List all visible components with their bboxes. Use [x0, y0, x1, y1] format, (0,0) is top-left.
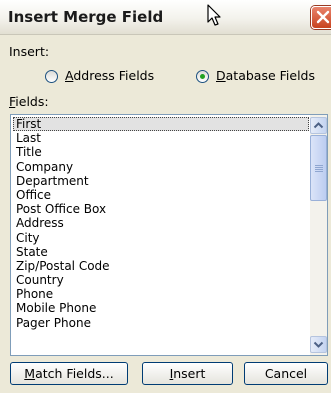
fields-listbox[interactable]: First Last Title Company Department Office Pos… [10, 114, 328, 356]
field-list-item[interactable]: Zip/Postal Code [13, 259, 309, 273]
scroll-thumb-grip-icon [315, 165, 323, 172]
scroll-up-button[interactable] [310, 117, 327, 134]
fields-label: Fields: [9, 94, 49, 109]
match-fields-button[interactable]: Match Fields... [10, 362, 128, 385]
insert-button[interactable]: Insert [142, 362, 233, 385]
cancel-button[interactable]: Cancel [244, 362, 328, 385]
close-button[interactable] [311, 6, 331, 29]
radio-database-fields-label[interactable]: Database Fields [216, 68, 315, 83]
field-list-item[interactable]: City [13, 231, 309, 245]
field-list-item[interactable]: Country [13, 273, 309, 287]
field-list-item[interactable]: Post Office Box [13, 202, 309, 216]
field-list-item[interactable]: Office [13, 188, 309, 202]
scroll-down-arrow-icon [313, 341, 324, 348]
field-list-item[interactable]: Pager Phone [13, 316, 309, 330]
field-list-item[interactable]: Address [13, 216, 309, 230]
radio-address-fields-label[interactable]: Address Fields [65, 68, 154, 83]
title-bar[interactable]: Insert Merge Field [0, 0, 331, 35]
field-list-item[interactable]: Title [13, 145, 309, 159]
field-list-item[interactable]: First [13, 117, 309, 132]
scroll-down-button[interactable] [310, 336, 327, 353]
radio-button[interactable] [196, 70, 209, 83]
field-list-item[interactable]: State [13, 245, 309, 259]
vertical-scrollbar[interactable] [310, 115, 327, 355]
field-list-item[interactable]: Mobile Phone [13, 301, 309, 315]
window-title: Insert Merge Field [8, 8, 164, 26]
insert-merge-field-dialog: Insert Merge Field Insert: Address Field… [0, 0, 331, 393]
radio-selected-dot [200, 74, 205, 79]
field-list-item[interactable]: Department [13, 174, 309, 188]
field-list-item[interactable]: Last [13, 131, 309, 145]
close-icon [316, 10, 330, 24]
field-list-item[interactable]: Phone [13, 287, 309, 301]
mouse-pointer-icon [207, 4, 221, 26]
insert-label: Insert: [9, 44, 50, 59]
fields-list-items: First Last Title Company Department Office Pos… [13, 117, 309, 330]
field-list-item[interactable]: Company [13, 160, 309, 174]
scroll-thumb[interactable] [310, 135, 327, 201]
scroll-up-arrow-icon [313, 122, 324, 129]
radio-button[interactable] [45, 70, 58, 83]
